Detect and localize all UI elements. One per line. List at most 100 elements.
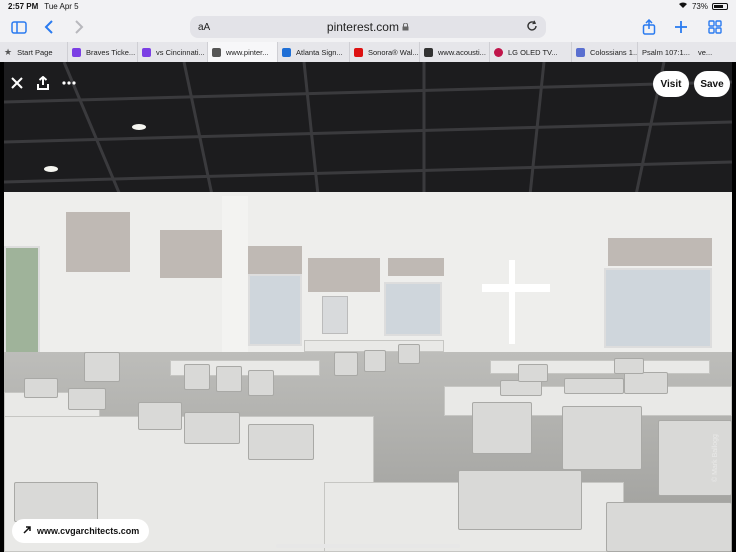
tab-label: www.pinter... — [226, 47, 269, 57]
tab-item[interactable]: vs Cincinnati... — [138, 42, 208, 62]
tab-item[interactable]: ve... — [694, 42, 736, 62]
window — [248, 274, 302, 346]
wifi-icon — [678, 1, 688, 11]
chair — [624, 372, 668, 394]
chair — [248, 424, 314, 460]
chair — [614, 358, 644, 374]
chair — [518, 364, 548, 382]
link-icon — [22, 525, 32, 537]
tab-label: Braves Ticke... — [86, 47, 136, 57]
chair — [334, 352, 358, 376]
url-bar[interactable]: aA pinterest.com — [190, 16, 546, 38]
url-host: pinterest.com — [210, 20, 526, 34]
more-icon[interactable] — [58, 72, 80, 94]
tab-label: ve... — [698, 47, 713, 57]
chair — [658, 420, 732, 496]
chair — [472, 402, 532, 454]
wall-cross — [509, 260, 515, 344]
window — [604, 268, 712, 348]
tab-item[interactable]: www.acousti... — [420, 42, 490, 62]
chair — [564, 378, 624, 394]
chevron-right-icon[interactable] — [68, 16, 90, 38]
share-icon[interactable] — [638, 16, 660, 38]
tab-label: LG OLED TV... — [508, 47, 558, 57]
door — [322, 296, 348, 334]
chair — [68, 388, 106, 410]
share-icon[interactable] — [32, 72, 54, 94]
visit-button[interactable]: Visit — [653, 71, 689, 97]
tab-label: Colossians 1... — [590, 47, 638, 57]
tab-item[interactable]: Sonora® Wal... — [350, 42, 420, 62]
tab-start-page[interactable]: ★ Start Page — [0, 42, 68, 62]
chair — [562, 406, 642, 470]
chair — [398, 344, 420, 364]
tab-item-active[interactable]: www.pinter... — [208, 42, 278, 62]
chevron-left-icon[interactable] — [38, 16, 60, 38]
chair — [184, 412, 240, 444]
tab-favicon — [282, 47, 291, 57]
acoustic-panel — [308, 258, 380, 292]
browser-toolbar: aA pinterest.com — [0, 12, 736, 42]
tab-item[interactable]: Atlanta Sign... — [278, 42, 350, 62]
battery-icon — [712, 2, 728, 10]
tab-item[interactable]: LG OLED TV... — [490, 42, 572, 62]
photo-watermark: © Mark Ballogg — [712, 434, 719, 482]
tab-label: www.acousti... — [438, 47, 486, 57]
tab-favicon — [142, 47, 151, 57]
window — [4, 246, 40, 356]
ceiling-light — [132, 124, 146, 130]
acoustic-panel — [66, 212, 130, 272]
tab-item[interactable]: Psalm 107:1... — [638, 42, 694, 62]
column — [222, 196, 248, 356]
lock-icon — [402, 20, 409, 34]
status-right: 73% — [678, 1, 728, 11]
reader-button[interactable]: aA — [198, 22, 210, 33]
acoustic-panel — [248, 246, 302, 274]
wall-cross-bar — [482, 284, 550, 292]
pin-image: Visit Save www.cvgarchitects.com © Mark … — [4, 62, 732, 552]
window — [384, 282, 442, 336]
battery-fill — [714, 4, 723, 8]
chair — [84, 352, 120, 382]
chair — [606, 502, 732, 552]
chair — [14, 482, 98, 522]
tab-label: Sonora® Wal... — [368, 47, 419, 57]
sidebar-icon[interactable] — [8, 16, 30, 38]
status-date: Tue Apr 5 — [44, 1, 79, 11]
chair — [138, 402, 182, 430]
tab-label: Psalm 107:1... — [642, 47, 690, 57]
tab-favicon — [424, 47, 433, 57]
url-host-text: pinterest.com — [326, 20, 399, 34]
tab-favicon — [354, 47, 363, 57]
tab-item[interactable]: Colossians 1... — [572, 42, 638, 62]
tab-favicon — [212, 47, 221, 57]
tab-item[interactable]: Braves Ticke... — [68, 42, 138, 62]
chair — [458, 470, 582, 530]
tab-favicon — [72, 47, 81, 57]
chair — [216, 366, 242, 392]
tab-label: vs Cincinnati... — [156, 47, 205, 57]
tab-favicon — [576, 47, 585, 57]
chair — [24, 378, 58, 398]
tab-favicon — [494, 47, 503, 57]
home-indicator[interactable] — [276, 544, 460, 548]
status-time: 2:57 PM — [8, 1, 39, 11]
chair — [364, 350, 386, 372]
source-link-text: www.cvgarchitects.com — [37, 526, 140, 536]
grid-icon[interactable] — [704, 16, 726, 38]
tab-strip: ★ Start Page Braves Ticke... vs Cincinna… — [0, 42, 736, 62]
save-button[interactable]: Save — [694, 71, 730, 97]
acoustic-panel — [388, 258, 444, 276]
tab-label: Start Page — [17, 47, 53, 57]
status-bar: 2:57 PM Tue Apr 5 73% — [0, 0, 736, 12]
chair — [500, 380, 542, 396]
reload-icon[interactable] — [526, 20, 538, 35]
ceiling-light — [44, 166, 58, 172]
chair — [184, 364, 210, 390]
battery-percent: 73% — [691, 1, 708, 11]
close-icon[interactable] — [6, 72, 28, 94]
plus-icon[interactable] — [670, 16, 692, 38]
source-link[interactable]: www.cvgarchitects.com — [12, 519, 150, 543]
acoustic-panel — [160, 230, 222, 278]
star-icon: ★ — [4, 46, 13, 57]
